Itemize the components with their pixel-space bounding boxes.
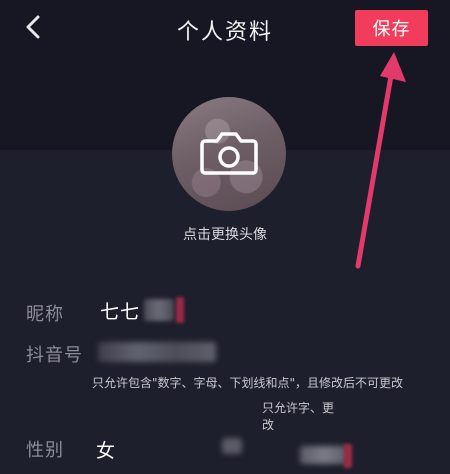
blurred-nickname (144, 299, 175, 321)
app-header: 个人资料 保存 (0, 0, 450, 60)
save-button[interactable]: 保存 (355, 10, 428, 46)
douyin-id-rule: 只允许包含"数字、字母、下划线和点"，且修改后不可更改 (92, 376, 404, 390)
gender-label: 性别 (26, 440, 64, 461)
text-cursor (176, 297, 185, 323)
douyin-id-field[interactable] (98, 342, 216, 362)
text-cursor (344, 444, 352, 468)
gender-value[interactable]: 女 (96, 436, 115, 463)
nickname-field[interactable]: 七七 (100, 296, 185, 324)
douyin-id-label: 抖音号 (26, 345, 83, 366)
change-avatar-hint[interactable]: 点击更换头像 (0, 224, 450, 244)
blurred-option (222, 438, 242, 454)
avatar[interactable] (172, 97, 286, 211)
blurred-option (300, 446, 348, 464)
douyin-id-tooltip: 只允许字、更改 (262, 401, 335, 432)
nickname-label: 昵称 (26, 304, 64, 325)
camera-icon (200, 132, 258, 175)
nickname-value: 七七 (100, 300, 141, 323)
